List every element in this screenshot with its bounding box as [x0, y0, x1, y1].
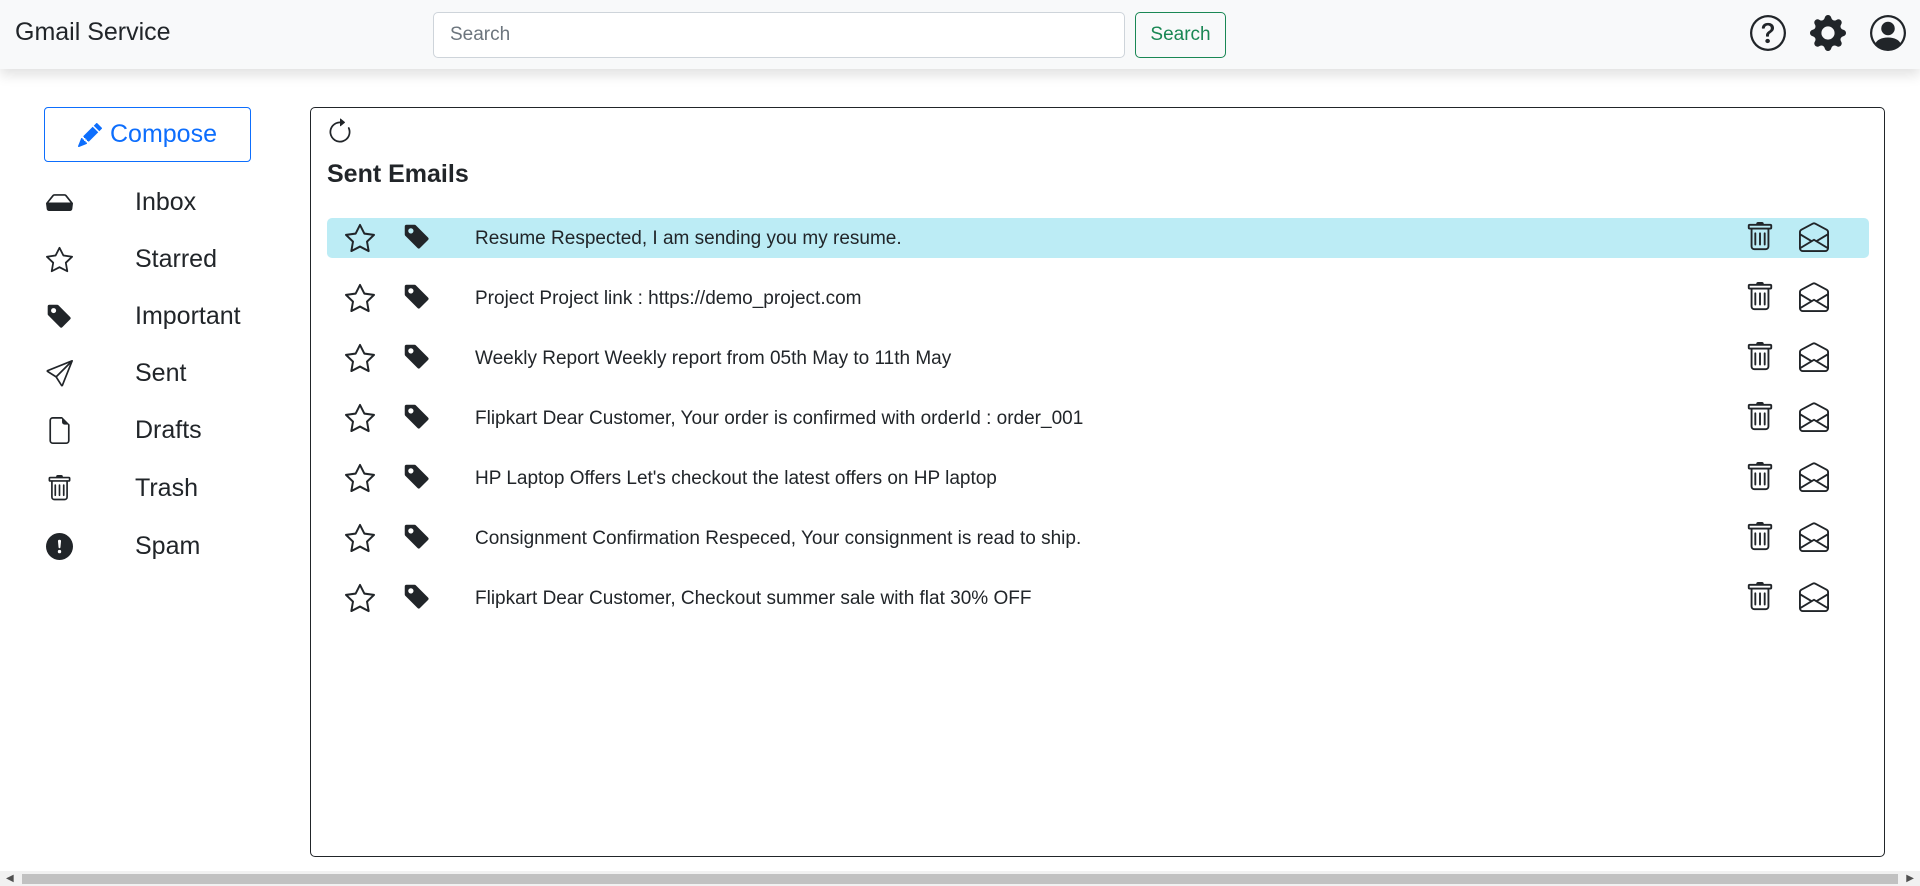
sidebar-item-label: Spam: [135, 531, 201, 560]
top-navbar: Gmail Service Search: [0, 0, 1920, 69]
envelope-open-icon[interactable]: [1799, 522, 1829, 552]
sidebar-item-label: Inbox: [135, 187, 197, 216]
inbox-icon: [44, 187, 74, 217]
envelope-open-icon[interactable]: [1799, 582, 1829, 612]
star-icon[interactable]: [345, 283, 375, 313]
envelope-open-icon[interactable]: [1799, 342, 1829, 372]
pencil-icon: [78, 122, 102, 147]
tag-icon[interactable]: [403, 463, 431, 491]
envelope-open-icon[interactable]: [1799, 282, 1829, 312]
email-row[interactable]: Consignment Confirmation Respeced, Your …: [327, 518, 1869, 558]
tag-icon[interactable]: [403, 523, 431, 551]
sidebar-item-label: Important: [135, 301, 241, 330]
tag-icon[interactable]: [403, 583, 431, 611]
trash-icon[interactable]: [1745, 462, 1775, 492]
sidebar-item-important[interactable]: Important: [44, 296, 284, 336]
trash-icon[interactable]: [1745, 342, 1775, 372]
horizontal-scrollbar[interactable]: ◀ ▶: [0, 871, 1920, 886]
tag-icon[interactable]: [403, 223, 431, 251]
send-icon: [44, 358, 74, 388]
star-icon[interactable]: [345, 583, 375, 613]
sidebar-item-inbox[interactable]: Inbox: [44, 182, 284, 222]
star-icon[interactable]: [345, 523, 375, 553]
sidebar-item-sent[interactable]: Sent: [44, 353, 284, 393]
search-input[interactable]: [433, 12, 1125, 58]
search-button[interactable]: Search: [1135, 12, 1226, 58]
email-subject[interactable]: HP Laptop Offers Let's checkout the late…: [475, 468, 997, 490]
compose-label: Compose: [110, 120, 217, 148]
help-icon[interactable]: [1750, 15, 1786, 51]
email-subject[interactable]: Resume Respected, I am sending you my re…: [475, 228, 902, 250]
tag-icon[interactable]: [403, 283, 431, 311]
sidebar-item-starred[interactable]: Starred: [44, 239, 284, 279]
exclamation-circle-icon: [44, 531, 74, 561]
compose-button[interactable]: Compose: [44, 107, 251, 162]
star-icon[interactable]: [345, 403, 375, 433]
file-icon: [44, 415, 74, 445]
sidebar-item-trash[interactable]: Trash: [44, 468, 284, 508]
trash-icon[interactable]: [1745, 522, 1775, 552]
app-title[interactable]: Gmail Service: [15, 18, 171, 47]
scroll-right-icon[interactable]: ▶: [1906, 873, 1914, 885]
gear-icon[interactable]: [1810, 15, 1846, 51]
email-subject[interactable]: Project Project link : https://demo_proj…: [475, 288, 862, 310]
star-icon[interactable]: [345, 343, 375, 373]
email-row[interactable]: HP Laptop Offers Let's checkout the late…: [327, 458, 1869, 498]
sidebar-item-label: Sent: [135, 358, 187, 387]
envelope-open-icon[interactable]: [1799, 462, 1829, 492]
trash-icon: [44, 473, 74, 503]
email-subject[interactable]: Consignment Confirmation Respeced, Your …: [475, 528, 1081, 550]
sidebar-item-spam[interactable]: Spam: [44, 526, 284, 566]
email-subject[interactable]: Weekly Report Weekly report from 05th Ma…: [475, 348, 951, 370]
tag-icon[interactable]: [403, 343, 431, 371]
star-icon[interactable]: [345, 223, 375, 253]
sidebar-item-label: Drafts: [135, 415, 202, 444]
email-row[interactable]: Project Project link : https://demo_proj…: [327, 278, 1869, 318]
envelope-open-icon[interactable]: [1799, 222, 1829, 252]
email-row[interactable]: Resume Respected, I am sending you my re…: [327, 218, 1869, 258]
trash-icon[interactable]: [1745, 582, 1775, 612]
email-subject[interactable]: Flipkart Dear Customer, Your order is co…: [475, 408, 1083, 430]
email-row[interactable]: Flipkart Dear Customer, Your order is co…: [327, 398, 1869, 438]
sidebar-item-label: Trash: [135, 473, 198, 502]
sidebar-item-label: Starred: [135, 244, 217, 273]
email-list-panel: Sent Emails Resume Respected, I am sendi…: [310, 107, 1885, 857]
email-row[interactable]: Flipkart Dear Customer, Checkout summer …: [327, 578, 1869, 618]
star-icon[interactable]: [345, 463, 375, 493]
page-title: Sent Emails: [327, 160, 469, 188]
star-icon: [44, 244, 74, 274]
tag-icon: [44, 301, 74, 331]
trash-icon[interactable]: [1745, 222, 1775, 252]
scroll-left-icon[interactable]: ◀: [6, 873, 14, 885]
trash-icon[interactable]: [1745, 282, 1775, 312]
refresh-icon[interactable]: [326, 118, 356, 148]
trash-icon[interactable]: [1745, 402, 1775, 432]
envelope-open-icon[interactable]: [1799, 402, 1829, 432]
scrollbar-thumb[interactable]: [22, 874, 1898, 884]
user-circle-icon[interactable]: [1870, 15, 1906, 51]
sidebar-item-drafts[interactable]: Drafts: [44, 410, 284, 450]
tag-icon[interactable]: [403, 403, 431, 431]
email-row[interactable]: Weekly Report Weekly report from 05th Ma…: [327, 338, 1869, 378]
email-subject[interactable]: Flipkart Dear Customer, Checkout summer …: [475, 588, 1031, 610]
